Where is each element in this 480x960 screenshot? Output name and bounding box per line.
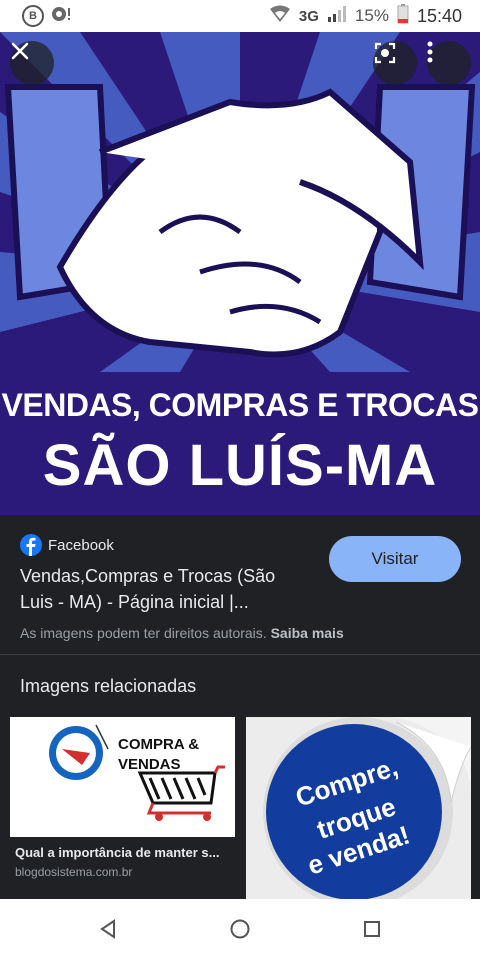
hero-image[interactable]: VENDAS, COMPRAS E TROCAS SÃO LUÍS-MA xyxy=(0,32,480,515)
hero-title-line1: VENDAS, COMPRAS E TROCAS xyxy=(1,387,479,423)
notification-icons: B xyxy=(22,5,72,28)
related-image-2[interactable]: Compre, troque e venda! xyxy=(246,717,471,899)
related-caption-1[interactable]: Qual a importância de manter s... xyxy=(15,845,235,860)
learn-more-link[interactable]: Saiba mais xyxy=(271,625,344,641)
related-domain-1: blogdosistema.com.br xyxy=(15,865,133,879)
facebook-icon xyxy=(20,534,42,556)
close-icon xyxy=(11,42,29,60)
settings-notification-icon xyxy=(50,5,72,28)
source-name: Facebook xyxy=(48,536,114,554)
related-image-1[interactable]: COMPRA & VENDAS xyxy=(10,717,235,837)
back-button[interactable] xyxy=(88,909,128,949)
back-icon xyxy=(100,919,115,939)
b-notification-icon: B xyxy=(22,5,44,27)
battery-percent: 15% xyxy=(354,6,389,25)
lens-button[interactable] xyxy=(373,41,417,85)
hero-title-line2: SÃO LUÍS-MA xyxy=(42,433,438,498)
system-nav-bar xyxy=(0,899,480,960)
cell-signal-icon xyxy=(327,5,347,28)
close-button[interactable] xyxy=(10,41,54,85)
related-images-heading: Imagens relacionadas xyxy=(20,676,197,696)
signal-wifi-icon xyxy=(269,5,291,28)
clock: 15:40 xyxy=(416,5,462,26)
more-vert-icon xyxy=(427,41,433,63)
section-divider xyxy=(0,654,480,655)
home-button[interactable] xyxy=(220,909,260,949)
result-title-link[interactable]: Vendas,Compras e Trocas (São Luis - MA) … xyxy=(20,563,310,615)
more-options-button[interactable] xyxy=(427,41,471,85)
status-bar: B 3G 15% 15:40 xyxy=(0,0,480,32)
result-info-panel: Facebook Vendas,Compras e Trocas (São Lu… xyxy=(0,515,480,655)
recents-button[interactable] xyxy=(352,909,392,949)
copyright-text: As imagens podem ter direitos autorais. xyxy=(20,625,267,641)
home-icon xyxy=(230,919,250,939)
copyright-notice: As imagens podem ter direitos autorais. … xyxy=(20,625,344,641)
recents-icon xyxy=(364,921,380,937)
visit-button[interactable]: Visitar xyxy=(329,536,461,582)
battery-icon xyxy=(397,3,409,29)
card1-image-text: COMPRA & VENDAS xyxy=(118,736,200,773)
source-row[interactable]: Facebook xyxy=(20,534,114,556)
lens-icon xyxy=(374,42,396,64)
network-type: 3G xyxy=(298,7,319,25)
